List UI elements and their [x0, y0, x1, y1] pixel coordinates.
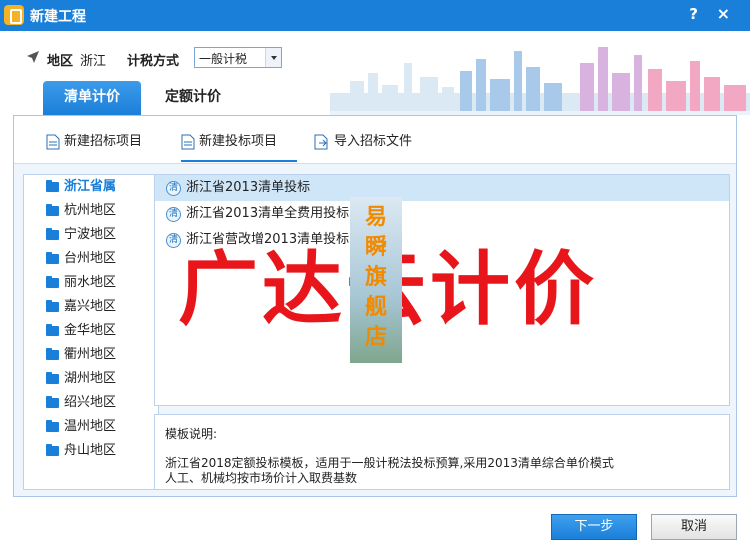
watermark-badge: 易 瞬 旗 舰 店: [350, 197, 402, 363]
template-item[interactable]: 清 浙江省2013清单全费用投标: [155, 201, 729, 227]
template-description: 模板说明: 浙江省2018定额投标模板，适用于一般计税法投标预算,采用2013清…: [154, 414, 730, 490]
folder-icon: [46, 444, 59, 456]
folder-icon: [46, 372, 59, 384]
description-line: 人工、机械均按市场价计入取费基数: [165, 471, 358, 485]
list-item[interactable]: 温州地区: [24, 415, 158, 439]
close-button[interactable]: ×: [717, 4, 730, 23]
city-skyline-illustration: [330, 47, 750, 115]
list-item[interactable]: 浙江省属: [24, 175, 158, 199]
tax-method-select[interactable]: 一般计税: [194, 47, 282, 68]
list-item[interactable]: 衢州地区: [24, 343, 158, 367]
tab-quota-pricing[interactable]: 定额计价: [155, 81, 231, 115]
location-arrow-icon: [27, 51, 39, 63]
folder-icon: [46, 276, 59, 288]
folder-icon: [46, 324, 59, 336]
list-item[interactable]: 湖州地区: [24, 367, 158, 391]
next-button[interactable]: 下一步: [551, 514, 637, 540]
window-title: 新建工程: [30, 9, 86, 25]
folder-icon: [46, 396, 59, 408]
list-item[interactable]: 杭州地区: [24, 199, 158, 223]
region-label: 地区: [47, 54, 74, 69]
region-value: 浙江: [80, 54, 107, 69]
folder-icon: [46, 300, 59, 312]
project-toolbar: 新建招标项目 新建投标项目 导入招标文件: [14, 116, 736, 164]
list-item[interactable]: 金华地区: [24, 319, 158, 343]
list-item[interactable]: 嘉兴地区: [24, 295, 158, 319]
cancel-button[interactable]: 取消: [651, 514, 737, 540]
tax-method-label: 计税方式: [127, 54, 180, 69]
title-bar: 新建工程 ? ×: [0, 0, 750, 31]
list-item[interactable]: 台州地区: [24, 247, 158, 271]
list-item[interactable]: 丽水地区: [24, 271, 158, 295]
description-label: 模板说明:: [165, 427, 218, 441]
list-item[interactable]: 舟山地区: [24, 439, 158, 463]
folder-icon: [46, 180, 59, 192]
folder-icon: [46, 420, 59, 432]
chevron-down-icon[interactable]: [265, 48, 281, 67]
document-icon: [46, 134, 60, 149]
description-line: 浙江省2018定额投标模板，适用于一般计税法投标预算,采用2013清单综合单价模…: [165, 456, 614, 470]
import-file-icon: [314, 134, 328, 149]
folder-icon: [46, 348, 59, 360]
tab-bill-pricing[interactable]: 清单计价: [43, 81, 141, 115]
help-button[interactable]: ?: [689, 5, 698, 23]
folder-icon: [46, 204, 59, 216]
folder-icon: [46, 252, 59, 264]
region-list: 浙江省属 杭州地区 宁波地区 台州地区 丽水地区 嘉兴地区 金华地区 衢州地区 …: [23, 174, 159, 490]
new-tender-project-button[interactable]: 新建招标项目: [46, 130, 142, 162]
document-icon: [181, 134, 195, 149]
folder-icon: [46, 228, 59, 240]
tax-method-value: 一般计税: [199, 52, 248, 66]
import-tender-file-button[interactable]: 导入招标文件: [314, 130, 412, 162]
bill-template-icon: 清: [166, 207, 181, 222]
new-bid-project-button[interactable]: 新建投标项目: [181, 130, 297, 162]
bill-template-icon: 清: [166, 181, 181, 196]
app-icon: [4, 5, 24, 25]
header-row: 地区 浙江 计税方式 一般计税 清单计价 定额计价: [0, 31, 750, 115]
list-item[interactable]: 绍兴地区: [24, 391, 158, 415]
list-item[interactable]: 宁波地区: [24, 223, 158, 247]
template-item[interactable]: 清 浙江省2013清单投标: [155, 175, 729, 201]
